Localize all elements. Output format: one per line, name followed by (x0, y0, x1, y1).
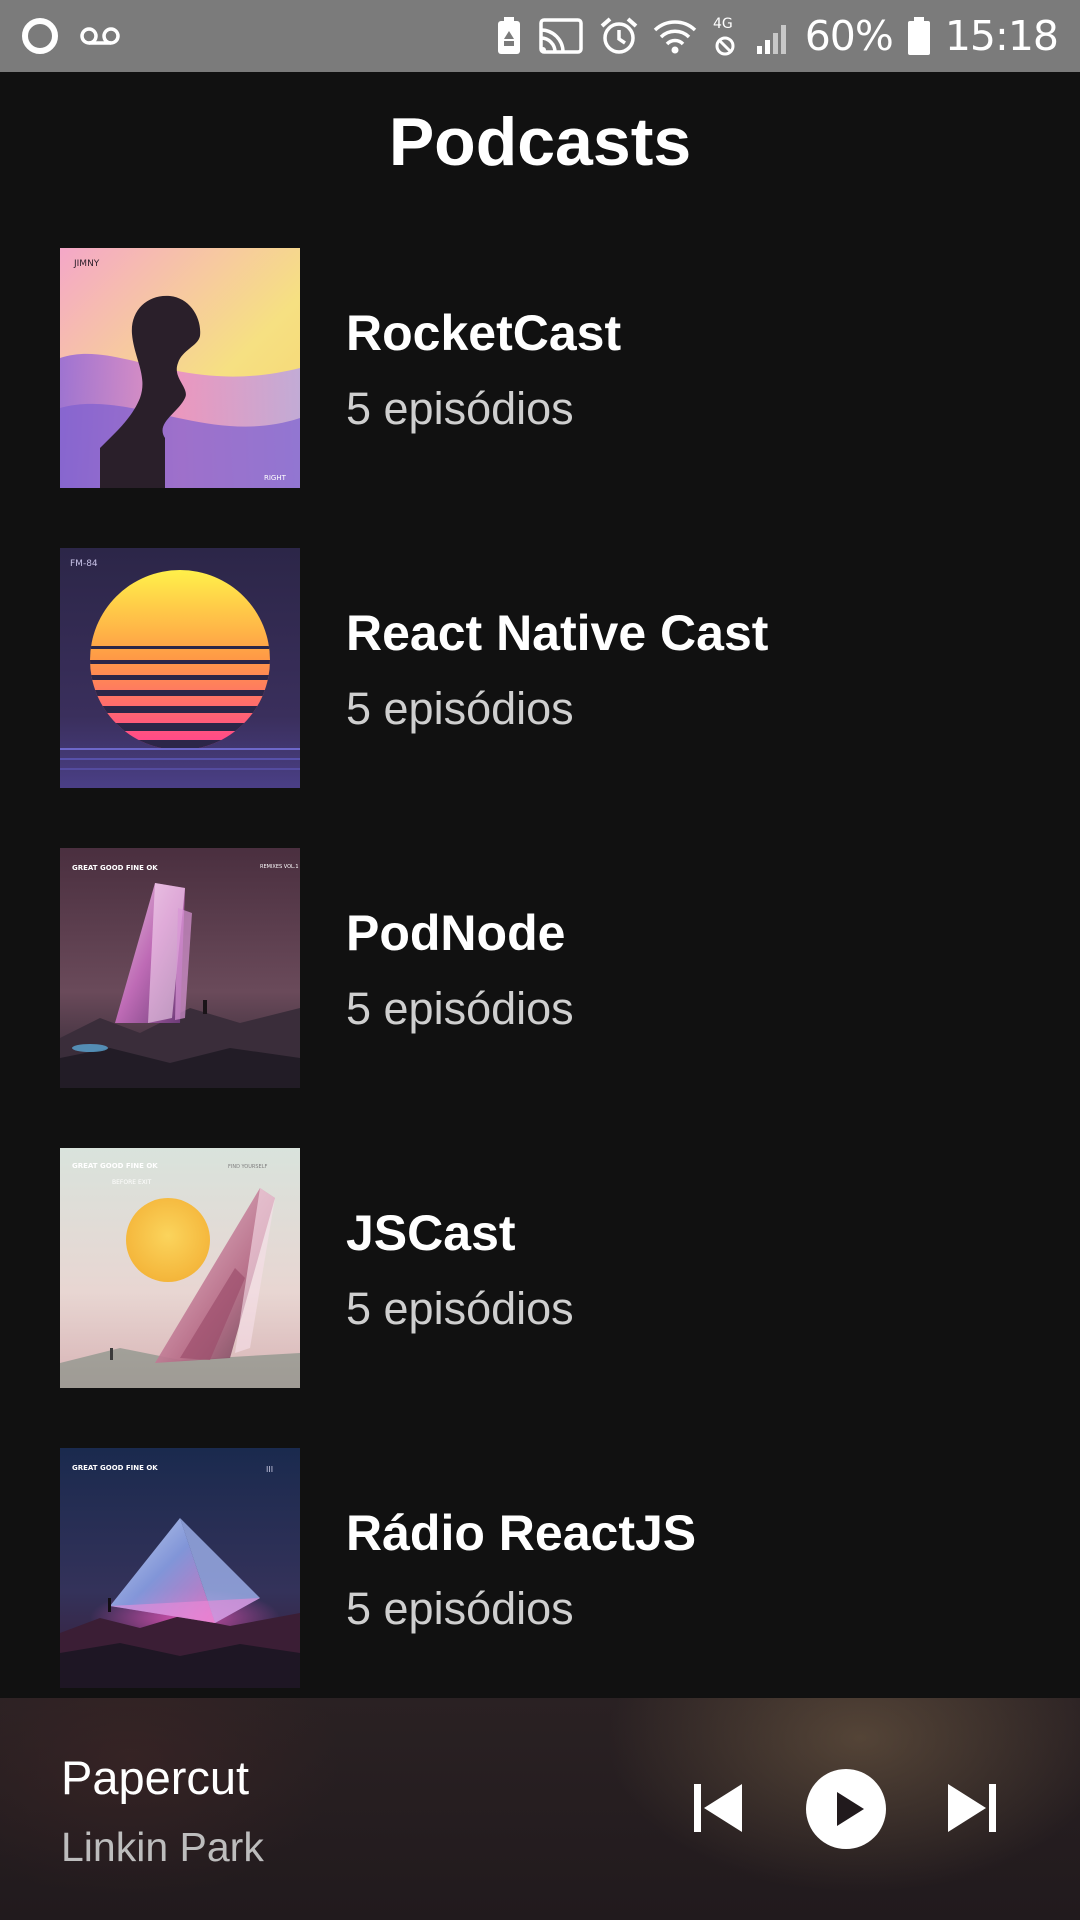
cover-label: BEFORE EXIT (112, 1179, 152, 1186)
podcast-title: PodNode (346, 905, 566, 961)
wifi-icon (653, 16, 697, 56)
podcast-episode-count: 5 episódios (346, 683, 574, 734)
podcast-episode-count: 5 episódios (346, 1583, 574, 1634)
status-right: 4G 60% 15:18 (495, 12, 1059, 60)
data-blocked-icon: 4G (711, 14, 741, 58)
cover-label: FIND YOURSELF (228, 1164, 267, 1170)
player-artist: Linkin Park (61, 1824, 264, 1870)
podcast-list: JIMNY RIGHT RocketCast 5 episódios FM-84… (0, 248, 1080, 1748)
podcast-episode-count: 5 episódios (346, 1283, 574, 1334)
clock: 15:18 (944, 12, 1059, 60)
cover-label: RIGHT (264, 474, 287, 482)
cast-icon (537, 16, 585, 56)
podcast-episode-count: 5 episódios (346, 383, 574, 434)
podcast-item-react-native-cast[interactable]: FM-84 React Native Cast 5 episódios (0, 548, 1080, 848)
cover-label: FM-84 (70, 559, 98, 569)
mini-player[interactable]: Papercut Linkin Park (0, 1698, 1080, 1920)
alarm-icon (599, 16, 639, 56)
play-icon (805, 1768, 887, 1850)
podcast-item-jscast[interactable]: GREAT GOOD FINE OK BEFORE EXIT FIND YOUR… (0, 1148, 1080, 1448)
battery-saver-icon (495, 16, 523, 56)
voicemail-icon (80, 24, 120, 48)
play-button[interactable] (805, 1768, 887, 1850)
battery-icon (907, 16, 931, 56)
podcast-item-podnode[interactable]: GREAT GOOD FINE OK REMIXES VOL.1 PodNode… (0, 848, 1080, 1148)
circle-icon (20, 16, 60, 56)
skip-next-button[interactable] (946, 1782, 998, 1834)
skip-next-icon (946, 1782, 998, 1834)
status-left (20, 16, 120, 56)
podcast-title: JSCast (346, 1205, 516, 1261)
podcast-title: Rádio ReactJS (346, 1505, 697, 1561)
podcast-cover: JIMNY RIGHT (60, 248, 300, 488)
podcast-episode-count: 5 episódios (346, 983, 574, 1034)
cover-label: JIMNY (73, 259, 100, 269)
skip-previous-button[interactable] (692, 1782, 744, 1834)
cover-label: REMIXES VOL.1 (260, 864, 299, 870)
cover-label: GREAT GOOD FINE OK (72, 864, 158, 872)
skip-previous-icon (692, 1782, 744, 1834)
status-bar: 4G 60% 15:18 (0, 0, 1080, 72)
cover-label: III (266, 1465, 273, 1474)
app-screen: 4G 60% 15:18 Podcasts JIMNY RIGHT Rocket… (0, 0, 1080, 1920)
cover-label: GREAT GOOD FINE OK (72, 1464, 158, 1472)
podcast-cover: GREAT GOOD FINE OK REMIXES VOL.1 (60, 848, 300, 1088)
podcast-cover: GREAT GOOD FINE OK BEFORE EXIT FIND YOUR… (60, 1148, 300, 1388)
podcast-cover: GREAT GOOD FINE OK III (60, 1448, 300, 1688)
podcast-title: RocketCast (346, 305, 622, 361)
signal-icon (755, 16, 791, 56)
podcast-cover: FM-84 (60, 548, 300, 788)
player-track-title: Papercut (61, 1751, 250, 1804)
page-title: Podcasts (388, 104, 692, 180)
podcast-item-rocketcast[interactable]: JIMNY RIGHT RocketCast 5 episódios (0, 248, 1080, 548)
battery-percent: 60% (804, 12, 894, 60)
podcast-title: React Native Cast (346, 605, 769, 661)
network-type-label: 4G (713, 16, 733, 32)
cover-label: GREAT GOOD FINE OK (72, 1162, 158, 1170)
